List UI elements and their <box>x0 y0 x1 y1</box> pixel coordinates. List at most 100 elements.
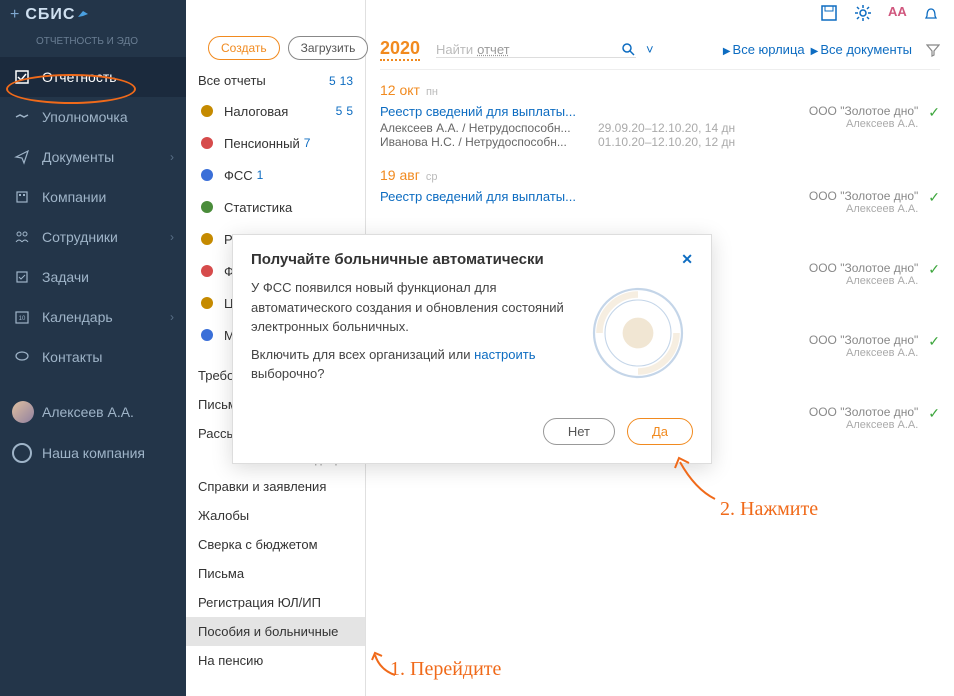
cat-label: Статистика <box>224 200 292 215</box>
report-entry[interactable]: Реестр сведений для выплаты...Алексеев А… <box>380 98 940 155</box>
entry-title: Реестр сведений для выплаты... <box>380 104 809 119</box>
cat-label: ФСС <box>224 168 253 183</box>
sidebar: + СБИС ≡ ОТЧЕТНОСТЬ И ЭДО Отчетность Упо… <box>0 0 186 696</box>
sidebar-item-calendar[interactable]: 10 Календарь › <box>0 297 186 337</box>
fss-emblem-icon <box>583 278 693 388</box>
entry-company: ООО "Золотое дно" <box>809 189 918 203</box>
cat-item[interactable]: Сверка с бюджетом <box>186 530 365 559</box>
yes-button[interactable]: Да <box>627 418 693 445</box>
agency-icon <box>198 230 216 248</box>
filter-companies[interactable]: ▶Все юрлица <box>723 42 805 57</box>
sidebar-item-tasks[interactable]: Задачи <box>0 257 186 297</box>
sidebar-item-employees[interactable]: Сотрудники › <box>0 217 186 257</box>
count2: 1 <box>257 168 264 182</box>
agency-icon <box>198 198 216 216</box>
handshake-icon <box>12 107 32 127</box>
chevron-down-icon[interactable]: ˅ <box>646 42 654 57</box>
sidebar-item-auth[interactable]: Уполномочка <box>0 97 186 137</box>
app-logo: СБИС <box>25 6 75 24</box>
building-icon <box>12 187 32 207</box>
close-icon[interactable]: ✕ <box>681 251 693 268</box>
entry-person: Алексеев А.А. <box>809 118 918 130</box>
cat-pension[interactable]: На пенсию <box>186 646 365 675</box>
create-button[interactable]: Создать <box>208 36 280 60</box>
modal-text: У ФСС появился новый функционал для авто… <box>251 278 583 388</box>
cat-item[interactable]: Письма <box>186 559 365 588</box>
cat-label: Налоговая <box>224 104 288 119</box>
date-header: 19 авгср <box>380 167 940 183</box>
entry-company: ООО "Золотое дно" <box>809 104 918 118</box>
report-entry[interactable]: Реестр сведений для выплаты...ООО "Золот… <box>380 183 940 221</box>
entry-company: ООО "Золотое дно" <box>809 333 918 347</box>
agency-icon <box>198 294 216 312</box>
cat-item[interactable]: Справки и заявления <box>186 472 365 501</box>
svg-text:10: 10 <box>19 316 26 322</box>
task-icon <box>12 267 32 287</box>
sidebar-item-reports[interactable]: Отчетность <box>0 57 186 97</box>
check-icon: ✓ <box>928 405 940 422</box>
app-subtitle: ОТЧЕТНОСТЬ И ЭДО <box>0 30 186 57</box>
bell-icon[interactable] <box>922 4 942 24</box>
modal-title: Получайте больничные автоматически <box>251 251 544 268</box>
year-selector[interactable]: 2020 <box>380 38 420 61</box>
auto-sickleave-modal: Получайте больничные автоматически ✕ У Ф… <box>232 234 712 464</box>
cat-label: Все отчеты <box>198 73 266 88</box>
search-icon[interactable] <box>620 41 636 57</box>
cat-item[interactable]: Жалобы <box>186 501 365 530</box>
agency-icon <box>198 326 216 344</box>
cat-item[interactable]: Пенсионный 7 <box>186 127 365 159</box>
filter-docs[interactable]: ▶Все документы <box>811 42 912 57</box>
no-button[interactable]: Нет <box>543 418 615 445</box>
cat-item[interactable]: Статистика <box>186 191 365 223</box>
font-size-icon[interactable]: AA <box>888 4 908 24</box>
entry-person: Алексеев А.А. <box>809 347 918 359</box>
sidebar-user[interactable]: Алексеев А.А. <box>0 391 186 433</box>
search-input[interactable]: Найти отчет <box>436 41 636 58</box>
company-icon <box>12 443 32 463</box>
cat-label: Письма <box>198 566 244 581</box>
company-name: Наша компания <box>42 445 145 461</box>
annotation-step2: 2. Нажмите <box>720 498 818 521</box>
entry-person: Алексеев А.А. <box>809 419 918 431</box>
chevron-right-icon: › <box>170 230 174 244</box>
user-name: Алексеев А.А. <box>42 404 134 420</box>
logo-area: + СБИС <box>0 0 186 30</box>
check-icon: ✓ <box>928 333 940 350</box>
sidebar-item-contacts[interactable]: Контакты <box>0 337 186 377</box>
cat-label: Справки и заявления <box>198 479 326 494</box>
sidebar-company[interactable]: Наша компания <box>0 433 186 473</box>
funnel-icon[interactable] <box>926 43 940 57</box>
gear-icon[interactable] <box>854 4 874 24</box>
nav-label: Документы <box>42 149 114 165</box>
configure-link[interactable]: настроить <box>474 347 535 362</box>
entry-title: Реестр сведений для выплаты... <box>380 189 809 204</box>
annotation-step1: 1. Перейдите <box>390 658 501 681</box>
agency-icon <box>198 134 216 152</box>
count-total: 13 <box>340 74 353 88</box>
save-icon[interactable] <box>820 4 840 24</box>
cat-label: На пенсию <box>198 653 263 668</box>
cat-item[interactable]: ФСС 1 <box>186 159 365 191</box>
sidebar-item-docs[interactable]: Документы › <box>0 137 186 177</box>
cat-label: Пособия и больничные <box>198 624 338 639</box>
entry-company: ООО "Золотое дно" <box>809 261 918 275</box>
check-icon: ✓ <box>928 189 940 206</box>
plus-icon[interactable]: + <box>10 6 19 24</box>
cat-item[interactable]: Налоговая55 <box>186 95 365 127</box>
search-placeholder: Найти <box>436 42 473 57</box>
sidebar-item-companies[interactable]: Компании <box>0 177 186 217</box>
count2: 7 <box>304 136 311 150</box>
check-icon: ✓ <box>928 261 940 278</box>
cat-label: Пенсионный <box>224 136 300 151</box>
entry-company: ООО "Золотое дно" <box>809 405 918 419</box>
calendar-icon: 10 <box>12 307 32 327</box>
report-icon <box>12 67 32 87</box>
cat-benefits[interactable]: Пособия и больничные <box>186 617 365 646</box>
nav-label: Уполномочка <box>42 109 128 125</box>
search-type: отчет <box>477 42 509 57</box>
cat-item[interactable]: Регистрация ЮЛ/ИП <box>186 588 365 617</box>
check-icon: ✓ <box>928 104 940 121</box>
nav-label: Задачи <box>42 269 89 285</box>
count: 5 <box>336 104 343 118</box>
upload-button[interactable]: Загрузить <box>288 36 366 60</box>
